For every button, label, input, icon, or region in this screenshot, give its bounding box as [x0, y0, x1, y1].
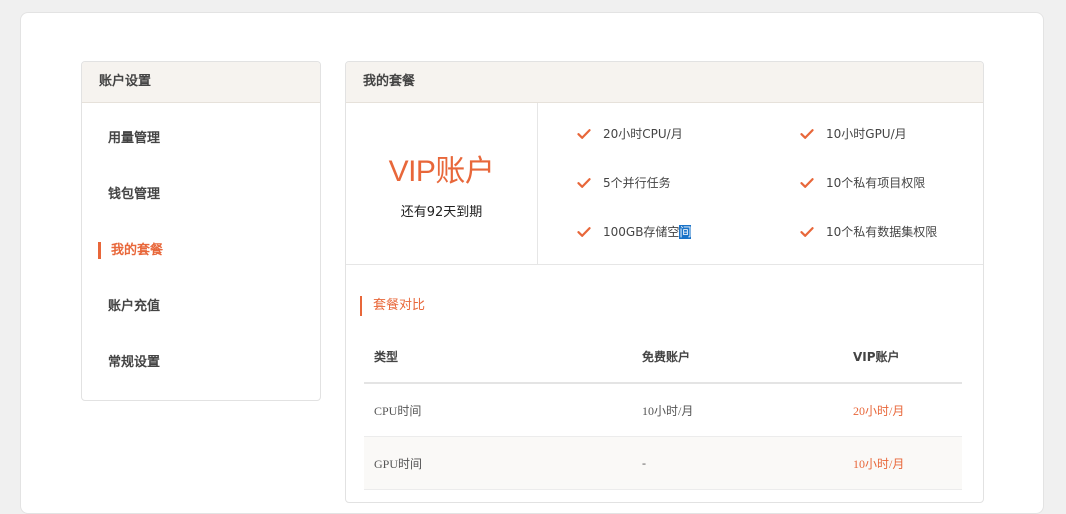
row-free-cell: - [632, 436, 843, 490]
panel-header: 我的套餐 [346, 62, 983, 103]
feature-text: 10个私有项目权限 [826, 176, 926, 190]
plan-compare-table: 类型 免费账户 VIP账户 CPU时间 10小时/月 20小时/月 GPU时间 … [364, 330, 962, 490]
account-settings-sidebar: 账户设置 用量管理 钱包管理 我的套餐 账户充值 常规设置 [81, 61, 321, 401]
feature-item: 5个并行任务 [577, 174, 671, 192]
feature-text: 20小时CPU/月 [603, 127, 683, 141]
check-icon [577, 128, 591, 139]
check-icon [800, 128, 814, 139]
compare-section-title: 套餐对比 [360, 296, 425, 316]
check-icon [577, 226, 591, 237]
row-type-cell: GPU时间 [364, 436, 632, 490]
column-header-vip: VIP账户 [843, 330, 962, 384]
feature-item: 100GB存储空间 [577, 223, 692, 241]
plan-expiry: 还有92天到期 [400, 205, 483, 220]
row-type-cell: CPU时间 [364, 383, 632, 437]
column-header-free: 免费账户 [632, 330, 843, 384]
sidebar-header: 账户设置 [82, 62, 320, 103]
feature-text: 10小时GPU/月 [826, 127, 907, 141]
my-plan-panel: 我的套餐 VIP账户 还有92天到期 20小时CPU/月 10小时GPU/月 5… [345, 61, 984, 503]
feature-item: 10小时GPU/月 [800, 125, 907, 143]
row-vip-cell: 10小时/月 [843, 436, 962, 490]
table-row: GPU时间 - 10小时/月 [364, 436, 962, 490]
table-row: CPU时间 10小时/月 20小时/月 [364, 383, 962, 437]
feature-item: 10个私有项目权限 [800, 174, 925, 192]
selected-text: 间 [679, 225, 692, 239]
feature-item: 10个私有数据集权限 [800, 223, 937, 241]
feature-item: 20小时CPU/月 [577, 125, 683, 143]
feature-text: 5个并行任务 [603, 176, 671, 190]
check-icon [800, 226, 814, 237]
sidebar-item-general[interactable]: 常规设置 [82, 351, 320, 375]
sidebar-item-recharge[interactable]: 账户充值 [82, 295, 320, 319]
sidebar-item-wallet[interactable]: 钱包管理 [82, 183, 320, 207]
row-free-cell: 10小时/月 [632, 383, 843, 437]
table-header-row: 类型 免费账户 VIP账户 [364, 330, 962, 384]
row-vip-cell: 20小时/月 [843, 383, 962, 437]
sidebar-item-usage[interactable]: 用量管理 [82, 127, 320, 151]
sidebar-item-my-plan[interactable]: 我的套餐 [82, 239, 320, 263]
check-icon [800, 177, 814, 188]
feature-text: 100GB存储空 [603, 225, 680, 239]
column-header-type: 类型 [364, 330, 632, 384]
plan-name: VIP账户 [388, 155, 495, 188]
check-icon [577, 177, 591, 188]
feature-text: 10个私有数据集权限 [826, 225, 938, 239]
plan-summary: VIP账户 还有92天到期 20小时CPU/月 10小时GPU/月 5个并行任务… [346, 103, 983, 265]
plan-info: VIP账户 还有92天到期 [346, 103, 538, 264]
